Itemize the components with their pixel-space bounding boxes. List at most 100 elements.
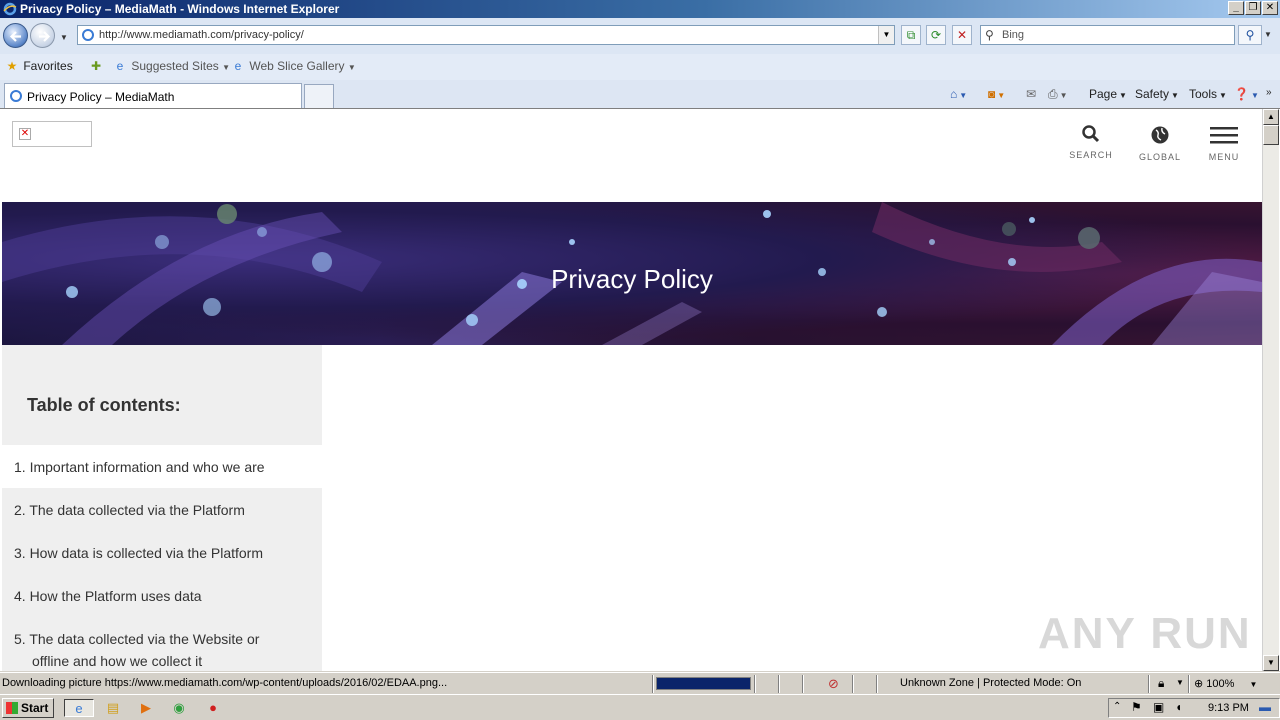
status-divider [802,675,804,693]
status-divider [652,675,654,693]
chevron-down-icon: ▼ [1249,680,1258,689]
site-logo-broken-image[interactable]: ✕ [12,121,92,147]
restore-button[interactable]: ❐ [1245,1,1261,15]
forward-button[interactable] [30,23,55,48]
toc-item-5-line1: 5. The data collected via the Website or [14,631,260,647]
forward-arrow-icon [39,31,51,42]
hamburger-menu-icon [1210,127,1238,144]
volume-icon[interactable]: ◖ [1175,700,1182,714]
network-icon[interactable]: ▣ [1153,700,1164,714]
safety-menu[interactable]: Safety ▼ [1135,87,1179,101]
zoom-level[interactable]: ⊕ 100% ▼ [1194,677,1257,690]
scroll-thumb[interactable] [1263,125,1279,145]
back-button[interactable] [3,23,28,48]
site-menu-button[interactable]: MENU [1194,125,1254,162]
address-toolbar: ▼ http://www.mediamath.com/privacy-polic… [0,18,1280,54]
globe-icon [1151,126,1169,144]
new-tab-button[interactable] [304,84,334,108]
favorites-label: Favorites [23,59,73,73]
home-button[interactable]: ⌂ ▼ [950,87,967,101]
chevron-down-icon: ▼ [959,91,968,100]
address-bar[interactable]: http://www.mediamath.com/privacy-policy/… [77,25,895,45]
suggested-sites-link[interactable]: e Suggested Sites ▼ [112,59,230,73]
search-icon [1082,125,1100,143]
print-button[interactable]: ⎙ ▼ [1048,87,1068,102]
start-button[interactable]: Start [2,698,54,718]
taskbar-media-player-icon[interactable]: ▶ [137,699,155,717]
close-button[interactable]: ✕ [1262,1,1278,15]
system-tray: ⌃ ⚑ ▣ ◖ ▬ [1108,698,1280,718]
compatibility-view-button[interactable]: ⧉ [901,25,921,45]
window-title: Privacy Policy – MediaMath - Windows Int… [20,2,340,16]
scroll-down-button[interactable]: ▼ [1263,655,1279,671]
toc-item-5[interactable]: 5. The data collected via the Website or… [2,617,322,671]
favorites-button[interactable]: ★ Favorites [4,59,73,73]
chevron-down-icon: ▼ [1250,91,1259,100]
show-desktop-icon[interactable]: ▬ [1259,700,1271,714]
search-options-dropdown[interactable]: ▼ [1264,30,1272,39]
web-slice-gallery-link[interactable]: e Web Slice Gallery ▼ [230,59,356,73]
chevron-down-icon: ▼ [347,63,356,72]
popup-blocked-icon[interactable]: ⊘ [828,676,839,692]
chevron-down-icon: ▼ [1171,91,1179,100]
search-input[interactable]: ⚲ Bing [980,25,1235,45]
site-global-button[interactable]: GLOBAL [1130,125,1190,162]
download-progress-bar [656,677,751,690]
taskbar-chrome-icon[interactable]: ◉ [170,699,188,717]
menu-label: MENU [1208,152,1240,162]
window-titlebar: Privacy Policy – MediaMath - Windows Int… [0,0,1280,18]
chevron-down-icon: ▼ [1119,91,1127,100]
url-text[interactable]: http://www.mediamath.com/privacy-policy/ [99,29,304,41]
status-divider [852,675,854,693]
toc-item-2[interactable]: 2. The data collected via the Platform [2,488,322,531]
taskbar-alert-icon[interactable]: ● [204,699,222,717]
feeds-button[interactable]: ◙ ▼ [988,87,1005,101]
page-menu-label: Page [1089,87,1118,101]
zoom-value: 100% [1206,678,1235,690]
star-icon: ★ [6,59,18,73]
start-label: Start [21,701,49,715]
status-text: Downloading picture https://www.mediamat… [2,677,448,689]
toc-item-3[interactable]: 3. How data is collected via the Platfor… [2,531,322,574]
status-divider [1188,675,1190,693]
page-menu[interactable]: Page ▼ [1089,87,1127,101]
protected-mode-icon[interactable]: 🔒︎ [1158,676,1164,691]
read-mail-button[interactable]: ✉ [1026,87,1036,101]
vertical-scrollbar[interactable]: ▲ ▼ [1262,109,1279,671]
tab-privacy-policy[interactable]: Privacy Policy – MediaMath [4,83,302,108]
tools-menu-label: Tools [1189,87,1218,101]
scroll-up-button[interactable]: ▲ [1263,109,1279,125]
page-title: Privacy Policy [551,264,713,294]
search-go-button[interactable]: ⚲ [1238,25,1262,45]
action-center-flag-icon[interactable]: ⚑ [1131,700,1142,714]
status-divider [876,675,878,693]
toolbar-overflow-icon[interactable]: » [1266,87,1272,98]
security-zone-text[interactable]: Unknown Zone | Protected Mode: On [900,677,1081,689]
refresh-button[interactable]: ⟳ [926,25,946,45]
taskbar-explorer-icon[interactable]: ▤ [104,699,122,717]
toc-item-1[interactable]: 1. Important information and who we are [2,445,322,488]
site-search-button[interactable]: SEARCH [1061,125,1121,160]
browser-viewport: ✕ SEARCH GLOBAL MENU Privacy Policy Tabl… [0,108,1280,671]
help-button[interactable]: ❓ ▼ [1234,87,1259,101]
search-icon: ⚲ [985,28,994,42]
stop-button[interactable]: ✕ [952,25,972,45]
suggested-sites-label: Suggested Sites [131,59,219,73]
toc-item-4[interactable]: 4. How the Platform uses data [2,574,322,617]
tools-menu[interactable]: Tools ▼ [1189,87,1227,101]
toc-item-5-line2: offline and how we collect it [32,653,203,669]
taskbar-ie-button[interactable]: e [64,699,94,717]
recent-pages-dropdown[interactable]: ▼ [60,33,68,42]
chevron-down-icon[interactable]: ▼ [1176,678,1184,687]
zoom-icon: ⊕ [1194,678,1204,690]
add-to-favorites-bar-button[interactable]: ✚ [88,59,104,73]
table-of-contents: Table of contents: 1. Important informat… [2,345,322,671]
address-dropdown-icon[interactable]: ▼ [878,26,894,44]
ie-page-icon: e [234,59,242,73]
anyrun-watermark: ANY RUN [1038,609,1252,658]
status-divider [754,675,756,693]
minimize-button[interactable]: _ [1228,1,1244,15]
page-ie-icon [82,29,94,41]
taskbar-clock[interactable]: 9:13 PM [1208,702,1249,714]
show-hidden-icons-icon[interactable]: ⌃ [1113,701,1121,712]
